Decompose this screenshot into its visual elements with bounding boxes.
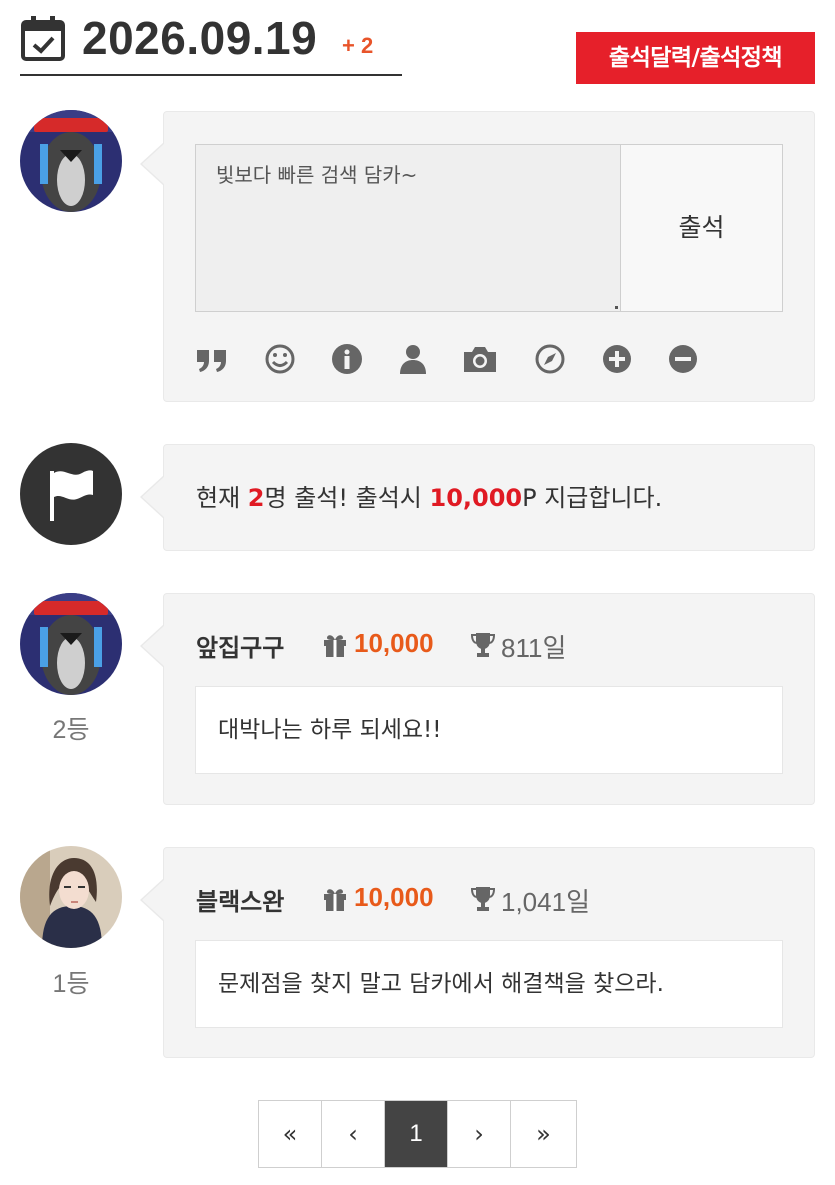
- memo-text: 빛보다 빠른 검색 담카~: [216, 163, 418, 187]
- gift-icon: [324, 889, 346, 911]
- last-page-button[interactable]: »: [511, 1101, 576, 1167]
- my-avatar: [20, 110, 122, 212]
- nickname[interactable]: 블랙스완: [196, 882, 284, 917]
- current-page-button[interactable]: 1: [385, 1101, 448, 1167]
- memo-textarea[interactable]: 빛보다 빠른 검색 담카~: [195, 144, 621, 312]
- points-value: 10,000: [354, 628, 434, 658]
- attendance-policy-button[interactable]: 출석달력/출석정책: [576, 32, 815, 84]
- prev-page-button[interactable]: ‹: [322, 1101, 385, 1167]
- compose-panel: 빛보다 빠른 검색 담카~ 출석: [140, 111, 815, 402]
- comment-text: 대박나는 하루 되세요!!: [195, 686, 783, 774]
- quote-icon[interactable]: [195, 342, 229, 376]
- gift-icon: [324, 635, 346, 657]
- compass-icon[interactable]: [533, 342, 567, 376]
- nickname[interactable]: 앞집구구: [196, 628, 284, 663]
- pagination: « ‹ 1 › »: [258, 1100, 577, 1168]
- attend-button[interactable]: 출석: [620, 144, 783, 312]
- user-avatar[interactable]: [20, 846, 122, 948]
- smile-icon[interactable]: [263, 342, 297, 376]
- notice-points: 10,000: [429, 484, 523, 512]
- points-value: 10,000: [354, 882, 434, 912]
- flag-icon: [50, 470, 93, 521]
- date-count-badge: + 2: [342, 33, 374, 58]
- rank-label: 1등: [52, 970, 90, 998]
- attendance-days: 1,041일: [501, 887, 590, 917]
- portrait-avatar-image: [20, 846, 122, 948]
- rank-label: 2등: [52, 716, 90, 744]
- first-page-button[interactable]: «: [259, 1101, 322, 1167]
- trophy-icon: [470, 887, 496, 911]
- camera-icon[interactable]: [461, 342, 499, 376]
- notice-count: 2: [247, 484, 265, 512]
- notice-panel: 현재 2명 출석! 출석시 10,000P 지급합니다.: [140, 444, 815, 551]
- user-avatar[interactable]: [20, 593, 122, 695]
- attendance-days: 811일: [501, 633, 567, 663]
- plus-circle-icon[interactable]: [600, 342, 634, 376]
- penguin-avatar-image: [20, 110, 122, 212]
- next-page-button[interactable]: ›: [448, 1101, 511, 1167]
- calendar-check-icon: [21, 16, 65, 61]
- date-header: 2026.09.19 + 2: [20, 12, 402, 76]
- minus-circle-icon[interactable]: [666, 342, 700, 376]
- notice-prefix: 현재: [196, 484, 248, 512]
- notice-suffix: P 지급합니다.: [522, 484, 663, 512]
- attendance-entry: 블랙스완 10,000 1,041일 문제점을 찾지 말고 담카에서 해결책을 …: [140, 847, 815, 1058]
- notice-text: 현재 2명 출석! 출석시 10,000P 지급합니다.: [196, 445, 662, 551]
- penguin-avatar-image: [20, 593, 122, 695]
- date-title: 2026.09.19: [82, 12, 318, 64]
- notice-middle: 명 출석! 출석시: [264, 484, 430, 512]
- info-icon[interactable]: [330, 342, 364, 376]
- comment-text: 문제점을 찾지 말고 담카에서 해결책을 찾으라.: [195, 940, 783, 1028]
- user-icon[interactable]: [396, 342, 430, 376]
- resize-handle[interactable]: [615, 306, 618, 309]
- attendance-entry: 앞집구구 10,000 811일 대박나는 하루 되세요!!: [140, 593, 815, 805]
- notice-avatar: [20, 443, 122, 545]
- trophy-icon: [470, 633, 496, 657]
